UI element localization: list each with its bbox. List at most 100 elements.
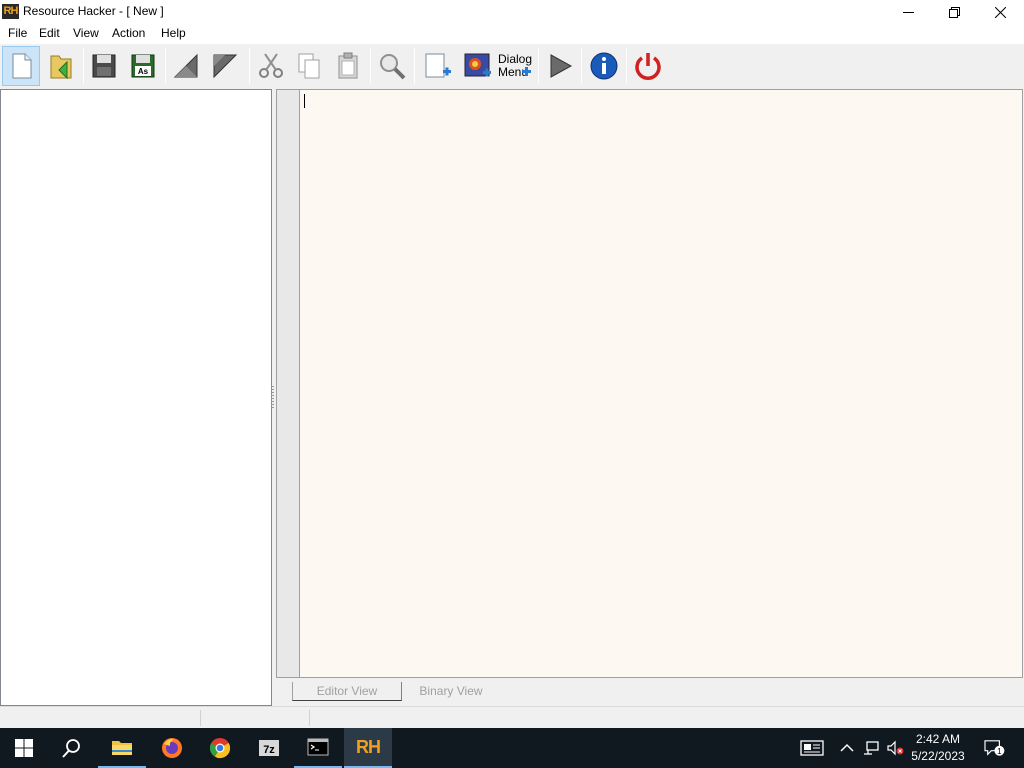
svg-text:As: As xyxy=(138,67,149,76)
save-icon xyxy=(92,54,116,78)
toolbar-separator xyxy=(414,48,415,84)
file-explorer-icon xyxy=(112,741,132,755)
taskbar-7zip[interactable]: 7z xyxy=(245,728,293,768)
system-clock[interactable]: 2:42 AM 5/22/2023 xyxy=(904,731,972,765)
save-as-icon: As xyxy=(131,54,155,78)
app-icon: RH xyxy=(2,4,19,19)
exit-button[interactable] xyxy=(629,46,667,86)
menu-bar: File Edit View Action Help xyxy=(0,24,1024,44)
search-icon xyxy=(380,54,406,80)
save-button[interactable] xyxy=(85,46,123,86)
status-divider xyxy=(200,710,201,726)
chrome-icon xyxy=(209,738,231,759)
run-script-button[interactable] xyxy=(541,46,579,86)
dialog-menu-icon: Dialog Menu xyxy=(498,52,532,79)
taskbar-chrome[interactable] xyxy=(196,728,244,768)
tab-binary-view[interactable]: Binary View xyxy=(408,682,494,701)
paste-button[interactable] xyxy=(329,46,367,86)
chevron-up-icon xyxy=(840,743,854,752)
dialog-menu-button[interactable]: Dialog Menu xyxy=(496,46,534,86)
network-icon xyxy=(864,741,879,755)
menu-help[interactable]: Help xyxy=(160,26,187,40)
splitter-handle[interactable] xyxy=(271,386,274,410)
paste-clipboard-icon xyxy=(338,52,358,79)
taskbar: 7z RH 2:42 AM 5/22/2023 1 xyxy=(0,728,1024,768)
terminal-icon xyxy=(307,738,329,756)
text-caret xyxy=(304,94,305,108)
search-button[interactable] xyxy=(48,728,96,768)
minimize-button[interactable] xyxy=(885,0,931,24)
cut-scissors-icon xyxy=(259,53,283,78)
resource-tree[interactable] xyxy=(0,89,272,706)
minimize-icon xyxy=(902,11,914,13)
new-file-icon xyxy=(12,53,32,79)
about-button[interactable] xyxy=(585,46,623,86)
toolbar: As Dialog Menu xyxy=(0,44,1024,88)
taskbar-command-prompt[interactable] xyxy=(294,728,342,768)
volume-button[interactable] xyxy=(885,738,905,758)
title-bar[interactable]: RH Resource Hacker - [ New ] xyxy=(0,0,1024,24)
restore-button[interactable] xyxy=(931,0,977,24)
toolbar-separator xyxy=(83,48,84,84)
new-button[interactable] xyxy=(2,46,40,86)
toolbar-separator xyxy=(626,48,627,84)
find-button[interactable] xyxy=(373,46,411,86)
go-to-resource-button[interactable] xyxy=(206,46,244,86)
add-image-resource-button[interactable] xyxy=(458,46,496,86)
status-bar xyxy=(0,706,1024,728)
menu-action[interactable]: Action xyxy=(111,26,146,40)
add-image-resource-icon xyxy=(464,53,491,77)
clock-date: 5/22/2023 xyxy=(911,749,965,763)
toolbar-separator xyxy=(165,48,166,84)
volume-muted-icon xyxy=(887,740,904,756)
open-folder-icon xyxy=(50,55,72,80)
news-icon xyxy=(800,740,824,756)
notification-icon: 1 xyxy=(984,740,1005,756)
add-blank-resource-icon xyxy=(425,53,451,78)
action-center-button[interactable]: 1 xyxy=(982,738,1006,758)
7zip-icon: 7z xyxy=(259,740,279,756)
open-button[interactable] xyxy=(42,46,80,86)
network-button[interactable] xyxy=(861,738,881,758)
add-resource-button[interactable] xyxy=(418,46,456,86)
close-icon xyxy=(994,6,1006,18)
view-tabs: Editor View Binary View xyxy=(276,680,1024,702)
power-icon xyxy=(635,53,661,80)
compile-icon xyxy=(173,53,198,78)
cut-button[interactable] xyxy=(252,46,290,86)
resource-hacker-icon: RH xyxy=(356,736,381,757)
show-hidden-icons-button[interactable] xyxy=(837,738,857,758)
clock-time: 2:42 AM xyxy=(915,732,961,746)
taskbar-resource-hacker[interactable]: RH xyxy=(344,728,392,768)
taskbar-file-explorer[interactable] xyxy=(98,728,146,768)
toolbar-separator xyxy=(581,48,582,84)
play-icon xyxy=(550,54,573,78)
start-button[interactable] xyxy=(0,728,48,768)
status-divider xyxy=(309,710,310,726)
close-button[interactable] xyxy=(977,0,1023,24)
restore-icon xyxy=(948,6,960,18)
svg-text:7z: 7z xyxy=(263,744,275,756)
search-icon xyxy=(62,739,80,758)
menu-edit[interactable]: Edit xyxy=(38,26,61,40)
menu-file[interactable]: File xyxy=(7,26,28,40)
notification-count: 1 xyxy=(997,747,1002,756)
copy-button[interactable] xyxy=(290,46,328,86)
toolbar-separator xyxy=(538,48,539,84)
script-editor[interactable] xyxy=(299,89,1023,678)
save-as-button[interactable]: As xyxy=(124,46,162,86)
toolbar-separator xyxy=(249,48,250,84)
taskbar-firefox[interactable] xyxy=(148,728,196,768)
tab-editor-view[interactable]: Editor View xyxy=(292,682,402,701)
windows-logo-icon xyxy=(15,739,33,757)
dialog-menu-label-top: Dialog xyxy=(498,52,532,66)
copy-icon xyxy=(298,53,320,79)
firefox-icon xyxy=(162,738,182,758)
toolbar-separator xyxy=(370,48,371,84)
info-icon xyxy=(590,52,618,80)
window-title: Resource Hacker - [ New ] xyxy=(23,4,164,18)
news-widget-button[interactable] xyxy=(800,738,824,758)
compile-button[interactable] xyxy=(167,46,205,86)
menu-view[interactable]: View xyxy=(72,26,100,40)
editor-gutter xyxy=(276,89,299,678)
